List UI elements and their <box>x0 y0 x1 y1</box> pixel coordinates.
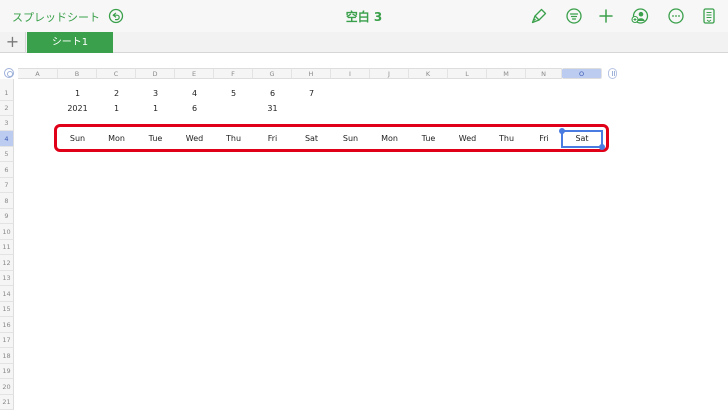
column-header-m[interactable]: M <box>487 68 526 79</box>
row-header-4[interactable]: 4 <box>0 131 14 147</box>
column-resize-handle-icon[interactable] <box>608 68 617 79</box>
more-icon[interactable] <box>667 7 685 25</box>
add-sheet-button[interactable]: + <box>0 32 26 53</box>
column-header-b[interactable]: B <box>58 68 97 79</box>
collaborate-icon[interactable] <box>631 7 649 25</box>
selection-handle-top-icon[interactable] <box>559 128 565 134</box>
cell-b2[interactable]: 2021 <box>58 101 97 116</box>
cell-e1[interactable]: 4 <box>175 86 214 101</box>
document-icon[interactable] <box>700 7 718 25</box>
column-header-e[interactable]: E <box>175 68 214 79</box>
column-header-d[interactable]: D <box>136 68 175 79</box>
column-header-h[interactable]: H <box>292 68 331 79</box>
plus-icon[interactable] <box>597 7 615 25</box>
selection-handle-bottom-icon[interactable] <box>599 144 605 150</box>
cell-f1[interactable]: 5 <box>214 86 253 101</box>
cell-f2[interactable] <box>214 101 253 116</box>
spreadsheet-app: スプレッドシート 空白 3 + シート1 A B C D E F G H I J… <box>0 0 728 410</box>
cell-c2[interactable]: 1 <box>97 101 136 116</box>
column-header-j[interactable]: J <box>370 68 409 79</box>
column-header-l[interactable]: L <box>448 68 487 79</box>
cell-d2[interactable]: 1 <box>136 101 175 116</box>
row-header-8[interactable]: 8 <box>0 193 14 209</box>
annotation-highlight-box <box>54 124 609 152</box>
paintbrush-icon[interactable] <box>530 7 548 25</box>
cell-h1[interactable]: 7 <box>292 86 331 101</box>
column-header-a[interactable]: A <box>18 68 58 79</box>
row-header-11[interactable]: 11 <box>0 240 14 255</box>
cell-e2[interactable]: 6 <box>175 101 214 116</box>
row-header-7[interactable]: 7 <box>0 178 14 193</box>
row-header-6[interactable]: 6 <box>0 162 14 178</box>
document-title[interactable]: 空白 3 <box>0 8 728 25</box>
cell-b1[interactable]: 1 <box>58 86 97 101</box>
column-header-g[interactable]: G <box>253 68 292 79</box>
row-header-5[interactable]: 5 <box>0 147 14 162</box>
row-header-9[interactable]: 9 <box>0 209 14 224</box>
row-header-14[interactable]: 14 <box>0 286 14 302</box>
column-header-f[interactable]: F <box>214 68 253 79</box>
column-header-n[interactable]: N <box>526 68 562 79</box>
row-header-18[interactable]: 18 <box>0 348 14 364</box>
column-header-i[interactable]: I <box>331 68 370 79</box>
column-header-k[interactable]: K <box>409 68 448 79</box>
row-header-3[interactable]: 3 <box>0 116 14 131</box>
top-toolbar: スプレッドシート 空白 3 <box>0 0 728 32</box>
row-header-1[interactable]: 1 <box>0 86 14 101</box>
column-header-o[interactable]: O <box>562 68 602 79</box>
cell-c1[interactable]: 2 <box>97 86 136 101</box>
row-header-20[interactable]: 20 <box>0 379 14 395</box>
row-header-19[interactable]: 19 <box>0 364 14 379</box>
row-header-2[interactable]: 2 <box>0 101 14 116</box>
row-header-12[interactable]: 12 <box>0 255 14 271</box>
cell-d1[interactable]: 3 <box>136 86 175 101</box>
table-select-handle-icon[interactable] <box>4 68 14 78</box>
cell-g1[interactable]: 6 <box>253 86 292 101</box>
row-header-21[interactable]: 21 <box>0 395 14 410</box>
row-header-15[interactable]: 15 <box>0 302 14 317</box>
selected-cell-border[interactable] <box>559 128 605 150</box>
sheet-tab-bar: + シート1 <box>0 32 728 53</box>
sheet-tab-1[interactable]: シート1 <box>27 32 113 53</box>
row-header-13[interactable]: 13 <box>0 271 14 286</box>
cell-g2[interactable]: 31 <box>253 101 292 116</box>
row-header-17[interactable]: 17 <box>0 333 14 348</box>
column-header-c[interactable]: C <box>97 68 136 79</box>
row-header-10[interactable]: 10 <box>0 224 14 240</box>
row-header-16[interactable]: 16 <box>0 317 14 333</box>
format-icon[interactable] <box>565 7 583 25</box>
